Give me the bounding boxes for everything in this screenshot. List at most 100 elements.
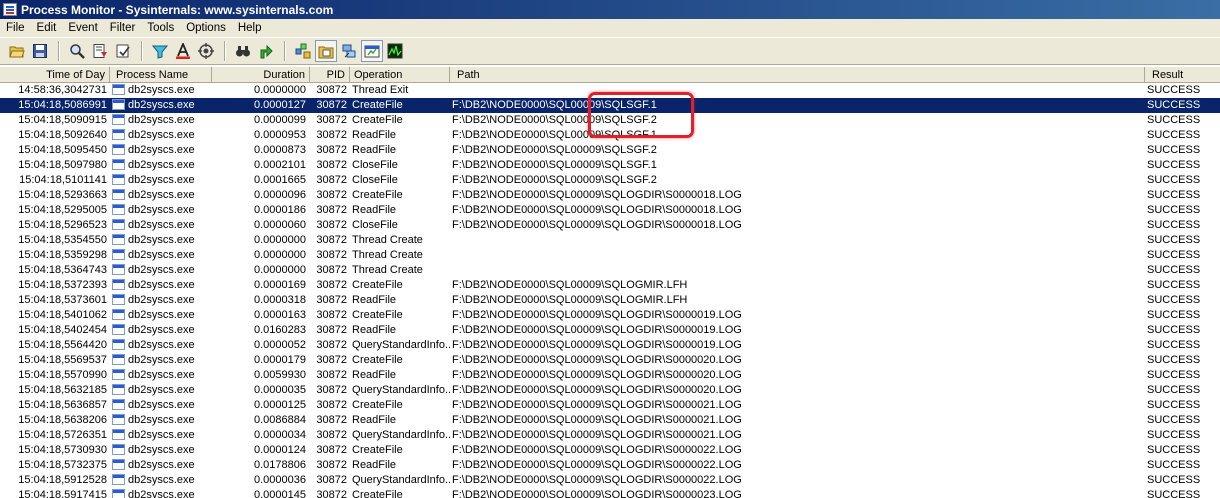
process-icon[interactable] <box>361 40 383 62</box>
cell-operation: CreateFile <box>352 354 403 366</box>
cell-operation: ReadFile <box>352 294 397 306</box>
menu-edit[interactable]: Edit <box>31 19 63 37</box>
process-icon <box>112 129 125 140</box>
column-header-path[interactable]: Path <box>450 67 1145 83</box>
cell-result: SUCCESS <box>1147 189 1201 201</box>
table-row[interactable]: 15:04:18,5726351 db2syscs.exe 0.0000034 308… <box>0 428 1220 443</box>
process-icon <box>112 279 125 290</box>
table-row[interactable]: 15:04:18,5092640 db2syscs.exe 0.0000953 308… <box>0 128 1220 143</box>
cell-result: SUCCESS <box>1147 399 1201 411</box>
jump-icon[interactable] <box>255 40 277 62</box>
column-header-result[interactable]: Result <box>1145 67 1220 83</box>
column-header-operation[interactable]: Operation <box>350 67 450 83</box>
table-row[interactable]: 15:04:18,5359298 db2syscs.exe 0.0000000 308… <box>0 248 1220 263</box>
process-icon <box>112 114 125 125</box>
cell-process-name: db2syscs.exe <box>128 84 195 96</box>
target-icon[interactable] <box>195 40 217 62</box>
registry-icon[interactable] <box>292 40 314 62</box>
table-row[interactable]: 15:04:18,5401062 db2syscs.exe 0.0000163 308… <box>0 308 1220 323</box>
table-row[interactable]: 15:04:18,5293663 db2syscs.exe 0.0000096 308… <box>0 188 1220 203</box>
profiling-icon[interactable] <box>384 40 406 62</box>
cell-pid: 30872 <box>316 129 347 141</box>
process-icon <box>112 429 125 440</box>
cell-process-name: db2syscs.exe <box>128 324 195 336</box>
process-icon <box>112 159 125 170</box>
cell-time: 15:04:18,5092640 <box>18 129 107 141</box>
process-icon <box>112 99 125 110</box>
menu-file[interactable]: File <box>0 19 31 37</box>
process-icon <box>112 489 125 498</box>
cell-result: SUCCESS <box>1147 414 1201 426</box>
column-header-time[interactable]: Time of Day <box>0 67 110 83</box>
cell-operation: Thread Create <box>352 234 423 246</box>
menu-options[interactable]: Options <box>180 19 232 37</box>
process-monitor-app-icon <box>3 3 17 16</box>
cell-result: SUCCESS <box>1147 114 1201 126</box>
cell-time: 15:04:18,5295005 <box>18 204 107 216</box>
menu-event[interactable]: Event <box>62 19 103 37</box>
cell-process-name: db2syscs.exe <box>128 114 195 126</box>
cell-path <box>452 83 1142 98</box>
filter-icon[interactable] <box>149 40 171 62</box>
network-icon[interactable] <box>338 40 360 62</box>
table-row[interactable]: 15:04:18,5569537 db2syscs.exe 0.0000179 308… <box>0 353 1220 368</box>
cell-duration: 0.0000127 <box>254 99 306 111</box>
highlight-icon[interactable] <box>172 40 194 62</box>
table-row[interactable]: 15:04:18,5101141 db2syscs.exe 0.0001665 308… <box>0 173 1220 188</box>
table-row[interactable]: 15:04:18,5095450 db2syscs.exe 0.0000873 308… <box>0 143 1220 158</box>
table-row[interactable]: 15:04:18,5354550 db2syscs.exe 0.0000000 308… <box>0 233 1220 248</box>
cell-pid: 30872 <box>316 294 347 306</box>
cell-time: 15:04:18,5372393 <box>18 279 107 291</box>
cell-time: 15:04:18,5097980 <box>18 159 107 171</box>
table-row[interactable]: 15:04:18,5730930 db2syscs.exe 0.0000124 308… <box>0 443 1220 458</box>
table-row[interactable]: 15:04:18,5086991 db2syscs.exe 0.0000127 308… <box>0 98 1220 113</box>
table-row[interactable]: 15:04:18,5570990 db2syscs.exe 0.0059930 308… <box>0 368 1220 383</box>
table-row[interactable]: 15:04:18,5638206 db2syscs.exe 0.0086884 308… <box>0 413 1220 428</box>
table-row[interactable]: 15:04:18,5090915 db2syscs.exe 0.0000099 308… <box>0 113 1220 128</box>
cell-time: 15:04:18,5569537 <box>18 354 107 366</box>
table-row[interactable]: 15:04:18,5917415 db2syscs.exe 0.0000145 308… <box>0 488 1220 498</box>
table-row[interactable]: 14:58:36,3042731 db2syscs.exe 0.0000000 308… <box>0 83 1220 98</box>
column-header-process[interactable]: Process Name <box>112 67 212 83</box>
column-header-pid[interactable]: PID <box>310 67 350 83</box>
menu-help[interactable]: Help <box>232 19 268 37</box>
cell-path: F:\DB2\NODE0000\SQL00009\SQLSGF.2 <box>452 114 657 126</box>
table-row[interactable]: 15:04:18,5402454 db2syscs.exe 0.0160283 308… <box>0 323 1220 338</box>
table-row[interactable]: 15:04:18,5373601 db2syscs.exe 0.0000318 308… <box>0 293 1220 308</box>
menu-tools[interactable]: Tools <box>141 19 180 37</box>
event-list[interactable]: 14:58:36,3042731 db2syscs.exe 0.0000000 308… <box>0 83 1220 498</box>
table-row[interactable]: 15:04:18,5564420 db2syscs.exe 0.0000052 308… <box>0 338 1220 353</box>
filesystem-icon[interactable] <box>315 40 337 62</box>
cell-process: db2syscs.exe <box>112 383 212 398</box>
cell-process-name: db2syscs.exe <box>128 399 195 411</box>
clear-icon[interactable] <box>112 40 134 62</box>
cell-duration: 0.0000099 <box>254 114 306 126</box>
cell-process-name: db2syscs.exe <box>128 489 195 498</box>
save-icon[interactable] <box>29 40 51 62</box>
table-row[interactable]: 15:04:18,5364743 db2syscs.exe 0.0000000 308… <box>0 263 1220 278</box>
table-row[interactable]: 15:04:18,5296523 db2syscs.exe 0.0000060 308… <box>0 218 1220 233</box>
open-icon[interactable] <box>6 40 28 62</box>
cell-pid: 30872 <box>316 204 347 216</box>
table-row[interactable]: 15:04:18,5732375 db2syscs.exe 0.0178806 308… <box>0 458 1220 473</box>
magnify-icon[interactable] <box>66 40 88 62</box>
table-row[interactable]: 15:04:18,5912528 db2syscs.exe 0.0000036 308… <box>0 473 1220 488</box>
table-row[interactable]: 15:04:18,5097980 db2syscs.exe 0.0002101 308… <box>0 158 1220 173</box>
column-header-duration[interactable]: Duration <box>212 67 310 83</box>
cell-pid: 30872 <box>316 159 347 171</box>
cell-process: db2syscs.exe <box>112 98 212 113</box>
cell-process: db2syscs.exe <box>112 143 212 158</box>
cell-pid: 30872 <box>316 324 347 336</box>
cell-process: db2syscs.exe <box>112 128 212 143</box>
autoscroll-icon[interactable] <box>89 40 111 62</box>
table-row[interactable]: 15:04:18,5295005 db2syscs.exe 0.0000186 308… <box>0 203 1220 218</box>
cell-time: 15:04:18,5359298 <box>18 249 107 261</box>
table-row[interactable]: 15:04:18,5632185 db2syscs.exe 0.0000035 308… <box>0 383 1220 398</box>
menu-filter[interactable]: Filter <box>104 19 142 37</box>
table-row[interactable]: 15:04:18,5636857 db2syscs.exe 0.0000125 308… <box>0 398 1220 413</box>
find-icon[interactable] <box>232 40 254 62</box>
cell-process: db2syscs.exe <box>112 413 212 428</box>
table-row[interactable]: 15:04:18,5372393 db2syscs.exe 0.0000169 308… <box>0 278 1220 293</box>
cell-process: db2syscs.exe <box>112 173 212 188</box>
process-icon <box>112 459 125 470</box>
